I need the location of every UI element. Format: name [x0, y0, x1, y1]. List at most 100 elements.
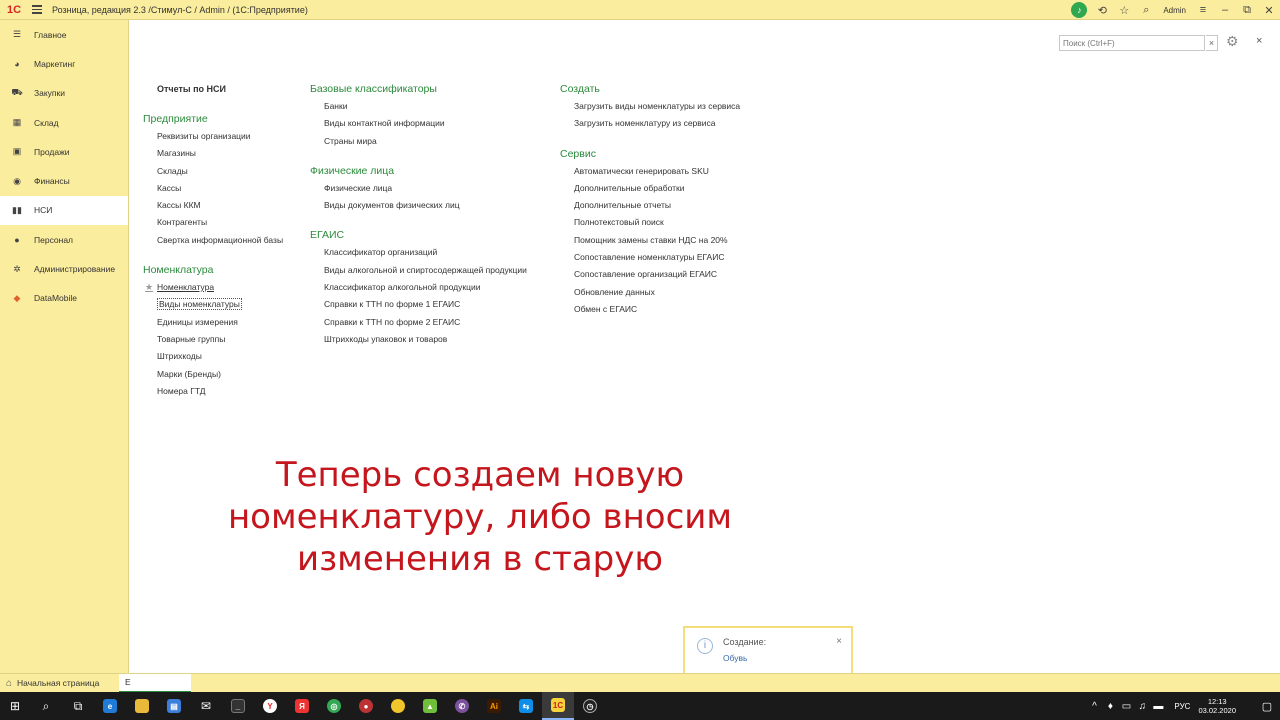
tab-nsi[interactable]: Е [119, 673, 191, 693]
media-player-icon[interactable]: ● [350, 692, 382, 720]
android-icon[interactable]: ▲ [414, 692, 446, 720]
notification-link[interactable]: Обувь [723, 653, 748, 663]
nav-link[interactable]: Помощник замены ставки НДС на 20% [560, 232, 810, 249]
nav-link[interactable]: Дополнительные отчеты [560, 197, 810, 214]
battery-icon[interactable]: ▬ [1150, 701, 1166, 712]
nav-link[interactable]: Номера ГТД [143, 383, 308, 400]
close-page-icon[interactable]: × [1256, 35, 1262, 47]
action-center-icon[interactable]: ▢ [1254, 700, 1280, 713]
illustrator-icon[interactable]: Ai [478, 692, 510, 720]
caption-line-1: Теперь создаем новую [275, 455, 685, 495]
nav-link[interactable]: Реквизиты организации [143, 128, 308, 145]
mail-icon[interactable]: ✉ [190, 692, 222, 720]
app-logo[interactable]: 1С [0, 0, 28, 20]
edge-browser-icon[interactable]: e [94, 692, 126, 720]
sidebar-item-5[interactable]: ◉ Финансы [0, 166, 128, 195]
nav-link[interactable]: Штрихкоды упаковок и товаров [310, 331, 560, 348]
favorites-star-icon[interactable]: ☆ [1113, 0, 1135, 20]
nav-link[interactable]: Штрихкоды [143, 348, 308, 365]
search-input[interactable] [1059, 35, 1205, 51]
windows-start-icon[interactable]: ⊞ [0, 692, 30, 720]
sidebar-item-7[interactable]: ● Персонал [0, 225, 128, 254]
nav-link[interactable]: Товарные группы [143, 331, 308, 348]
nav-link[interactable]: Контрагенты [143, 214, 308, 231]
chrome-icon[interactable]: ◎ [318, 692, 350, 720]
sidebar-item-6[interactable]: ▮▮ НСИ [0, 195, 128, 226]
notifications-bell-icon[interactable]: ♪ [1071, 2, 1088, 18]
nav-link[interactable]: Виды алкогольной и спиртосодержащей прод… [310, 262, 560, 279]
nomenclature-links: ★ Номенклатура Виды номенклатуры Единицы из… [143, 279, 308, 400]
nav-link[interactable]: Магазины [143, 145, 308, 162]
reports-link[interactable]: Отчеты по НСИ [143, 81, 308, 98]
nav-link[interactable]: ★ Номенклатура [143, 279, 308, 296]
history-icon[interactable]: ⟲ [1091, 0, 1113, 20]
nav-link[interactable]: Кассы [143, 180, 308, 197]
nav-link[interactable]: Дополнительные обработки [560, 180, 810, 197]
nav-link[interactable]: Справки к ТТН по форме 1 ЕГАИС [310, 296, 560, 313]
open-windows-bar: ⌂ Начальная страница Е [0, 673, 1280, 693]
speaker-icon[interactable]: ♫ [1134, 701, 1150, 712]
nav-link-label: Дополнительные обработки [574, 182, 685, 193]
search-clear-button[interactable]: × [1206, 35, 1218, 51]
sidebar-item-0[interactable]: ☰ Главное [0, 20, 128, 49]
nav-link[interactable]: Виды документов физических лиц [310, 197, 560, 214]
close-notification-icon[interactable]: × [836, 636, 842, 647]
close-window-icon[interactable]: ✕ [1258, 0, 1280, 20]
sidebar-item-2[interactable]: ⛟ Закупки [0, 79, 128, 108]
user-name[interactable]: Admin [1163, 6, 1186, 15]
settings-lines-icon[interactable]: ≡ [1192, 0, 1214, 20]
sidebar-item-3[interactable]: ▦ Склад [0, 108, 128, 137]
main-menu-button[interactable] [28, 0, 46, 20]
nav-link[interactable]: Страны мира [310, 133, 560, 150]
yandex-browser-icon[interactable]: Y [254, 692, 286, 720]
terminal-icon[interactable]: _ [222, 692, 254, 720]
nav-link[interactable]: Виды номенклатуры [143, 296, 308, 313]
nav-link[interactable]: Кассы ККМ [143, 197, 308, 214]
favorite-star-icon[interactable]: ★ [145, 279, 153, 296]
viber-icon[interactable]: ✆ [446, 692, 478, 720]
restore-icon[interactable]: ⧉ [1236, 0, 1258, 20]
yandex-icon[interactable]: Я [286, 692, 318, 720]
nav-link[interactable]: Марки (Бренды) [143, 366, 308, 383]
nav-link[interactable]: Единицы измерения [143, 314, 308, 331]
language-indicator[interactable]: РУС [1174, 702, 1190, 711]
tab-home-page[interactable]: ⌂ Начальная страница [0, 674, 119, 693]
nav-link[interactable]: Физические лица [310, 180, 560, 197]
app-yellow-icon[interactable] [382, 692, 414, 720]
nav-link[interactable]: Загрузить виды номенклатуры из сервиса [560, 98, 810, 115]
sidebar-item-9[interactable]: ◆ DataMobile [0, 284, 128, 313]
teamviewer-icon[interactable]: ⇆ [510, 692, 542, 720]
search-icon[interactable]: ⌕ [30, 692, 62, 720]
minimize-icon[interactable]: – [1214, 0, 1236, 20]
nav-link[interactable]: Склады [143, 163, 308, 180]
nav-link[interactable]: Автоматически генерировать SKU [560, 163, 810, 180]
nav-link[interactable]: Сопоставление номенклатуры ЕГАИС [560, 249, 810, 266]
sidebar-item-1[interactable]: ◕ Маркетинг [0, 49, 128, 78]
nav-link[interactable]: Сопоставление организаций ЕГАИС [560, 266, 810, 283]
store-icon[interactable]: ▤ [158, 692, 190, 720]
nav-link[interactable]: Свертка информационной базы [143, 232, 308, 249]
nav-link[interactable]: Классификатор алкогольной продукции [310, 279, 560, 296]
nav-link[interactable]: Обмен с ЕГАИС [560, 301, 810, 318]
nav-link[interactable]: Банки [310, 98, 560, 115]
sidebar-item-4[interactable]: ▣ Продажи [0, 137, 128, 166]
sidebar-item-label: НСИ [34, 205, 53, 216]
gear-icon[interactable]: ⚙ [1226, 33, 1239, 50]
microphone-icon[interactable]: ♦ [1102, 701, 1118, 712]
nav-link[interactable]: Справки к ТТН по форме 2 ЕГАИС [310, 314, 560, 331]
notification-title: Создание: [723, 637, 767, 647]
file-explorer-icon[interactable] [126, 692, 158, 720]
clock-app-icon[interactable]: ◷ [574, 692, 606, 720]
nav-link[interactable]: Загрузить номенклатуру из сервиса [560, 115, 810, 132]
clock[interactable]: 12:13 03.02.2020 [1198, 697, 1236, 715]
task-view-icon[interactable]: ⧉ [62, 692, 94, 720]
nav-link[interactable]: Обновление данных [560, 284, 810, 301]
search-icon[interactable]: ⌕ [1135, 0, 1157, 20]
chevron-up-icon[interactable]: ^ [1086, 701, 1102, 712]
nav-link[interactable]: Полнотекстовый поиск [560, 214, 810, 231]
1c-app-icon[interactable]: 1С [542, 692, 574, 720]
nav-link[interactable]: Классификатор организаций [310, 244, 560, 261]
nav-link[interactable]: Виды контактной информации [310, 115, 560, 132]
network-icon[interactable]: ▭ [1118, 701, 1134, 712]
sidebar-item-8[interactable]: ✲ Администрирование [0, 254, 128, 283]
